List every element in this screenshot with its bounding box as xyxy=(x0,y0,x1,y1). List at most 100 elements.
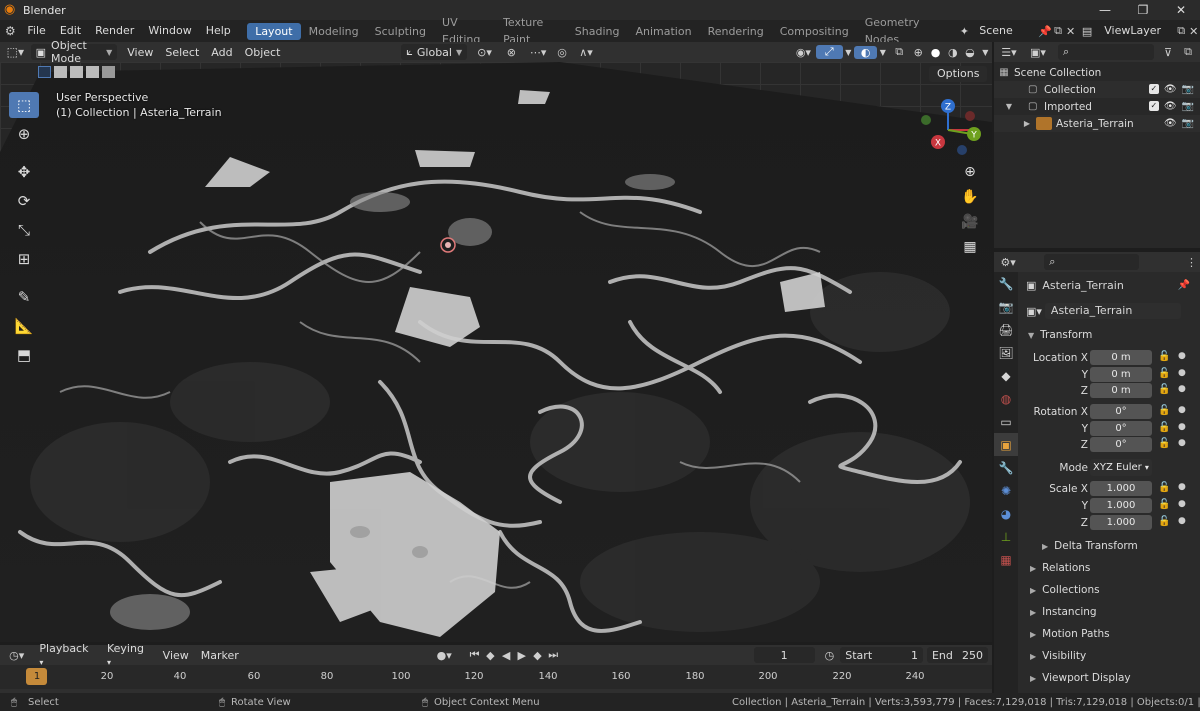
snap-icon[interactable]: ⊗ xyxy=(498,46,525,59)
tab-modeling[interactable]: Modeling xyxy=(301,23,367,40)
cursor-tool-icon[interactable]: ⊕ xyxy=(9,121,39,147)
scale-tool-icon[interactable]: ⤡ xyxy=(9,217,39,243)
world-tab-icon[interactable]: ◍ xyxy=(994,387,1018,410)
timeline-editor-icon[interactable]: ◷▾ xyxy=(0,649,33,662)
end-frame-field[interactable]: End 250 xyxy=(926,647,989,663)
menu-object[interactable]: Object xyxy=(239,46,287,59)
xray-icon[interactable]: ⧉ xyxy=(889,45,910,59)
physics-tab-icon[interactable]: ◕ xyxy=(994,502,1018,525)
editor-type-3d-icon[interactable]: ⬚▾ xyxy=(0,45,31,59)
outliner-row[interactable]: ▶ Asteria_Terrain 👁 📷 xyxy=(994,115,1200,132)
object-name-field[interactable]: Asteria_Terrain xyxy=(1044,303,1181,319)
eye-icon[interactable]: 👁 xyxy=(1164,118,1177,129)
shading-rendered-icon[interactable]: ◒ xyxy=(961,46,978,59)
menu-window[interactable]: Window xyxy=(141,20,198,42)
select-box-tool-icon[interactable]: ⬚ xyxy=(9,92,39,118)
move-tool-icon[interactable]: ✥ xyxy=(9,159,39,185)
lock-icon[interactable]: 🔓 xyxy=(1158,499,1170,510)
rotation-x-field[interactable]: 0° xyxy=(1090,404,1152,420)
scale-x-field[interactable]: 1.000 xyxy=(1090,481,1152,497)
delta-transform-panel[interactable]: ▶ Delta Transform xyxy=(1018,535,1200,557)
prev-keyframe-icon[interactable]: ◆ xyxy=(482,649,498,662)
menu-marker[interactable]: Marker xyxy=(195,649,245,662)
location-x-field[interactable]: 0 m xyxy=(1090,350,1152,365)
orientation-dropdown[interactable]: ⟀ Global ▼ xyxy=(401,44,468,60)
lock-icon[interactable]: 🔓 xyxy=(1158,384,1170,395)
proportional-edit-icon[interactable]: ◎ xyxy=(552,46,573,59)
perspective-grid-icon[interactable]: ▦ xyxy=(958,235,982,259)
editor-type-icon[interactable]: ⚙ xyxy=(0,24,20,38)
jump-start-icon[interactable]: ⏮ xyxy=(467,648,483,662)
object-data-icon[interactable]: ▣▾ xyxy=(1026,305,1042,318)
menu-select[interactable]: Select xyxy=(159,46,205,59)
keyframe-dot-icon[interactable]: ● xyxy=(1178,438,1186,448)
menu-help[interactable]: Help xyxy=(199,20,238,42)
exclude-checkbox[interactable]: ✓ xyxy=(1148,101,1159,111)
mode-dropdown[interactable]: ▣ Object Mode ▼ xyxy=(30,39,118,65)
object-tab-icon[interactable]: ▣ xyxy=(994,433,1018,456)
outliner-row[interactable]: ▼ ▢ Imported ✓ 👁 📷 xyxy=(994,98,1200,115)
shading-solid-icon[interactable]: ● xyxy=(927,46,944,59)
start-frame-field[interactable]: Start 1 xyxy=(840,647,923,663)
zoom-icon[interactable]: ⊕ xyxy=(958,160,982,184)
tab-rendering[interactable]: Rendering xyxy=(700,23,772,40)
3d-viewport[interactable]: User Perspective (1) Collection | Asteri… xyxy=(0,62,992,642)
transform-panel-header[interactable]: ▼ Transform xyxy=(1018,324,1200,346)
falloff-icon[interactable]: ∧▾ xyxy=(573,46,600,59)
menu-view[interactable]: View xyxy=(121,46,159,59)
rotation-z-field[interactable]: 0° xyxy=(1090,437,1152,453)
constraints-tab-icon[interactable]: ⊥ xyxy=(994,525,1018,548)
lock-icon[interactable]: 🔓 xyxy=(1158,516,1170,527)
scene-name[interactable]: Scene xyxy=(972,20,1038,42)
lock-icon[interactable]: 🔓 xyxy=(1158,368,1170,379)
timeline-ruler[interactable]: 1 20 40 60 80 100 120 140 160 180 200 22… xyxy=(0,665,992,689)
new-view-layer-icon[interactable]: ⧉ xyxy=(1175,24,1188,38)
exclude-checkbox[interactable]: ✓ xyxy=(1148,84,1159,94)
tab-compositing[interactable]: Compositing xyxy=(772,23,857,40)
keyframe-dot-icon[interactable]: ● xyxy=(1178,351,1186,361)
select-intersect-icon[interactable] xyxy=(102,66,115,78)
select-extend-icon[interactable] xyxy=(54,66,67,78)
pivot-icon[interactable]: ⊙▾ xyxy=(471,46,498,59)
select-invert-icon[interactable] xyxy=(86,66,99,78)
view-layer-name[interactable]: ViewLayer xyxy=(1097,20,1175,42)
chevron-down-icon[interactable]: ▼ xyxy=(979,48,992,57)
keyframe-dot-icon[interactable]: ● xyxy=(1178,405,1186,415)
tab-shading[interactable]: Shading xyxy=(567,23,628,40)
delete-view-layer-icon[interactable]: ✕ xyxy=(1187,25,1200,38)
record-icon[interactable]: ●▾ xyxy=(431,649,457,662)
measure-tool-icon[interactable]: 📐 xyxy=(9,313,39,339)
next-keyframe-icon[interactable]: ◆ xyxy=(530,649,546,662)
keyframe-dot-icon[interactable]: ● xyxy=(1178,499,1186,509)
view-layer-icon[interactable]: ▤ xyxy=(1077,25,1097,38)
tab-layout[interactable]: Layout xyxy=(247,22,301,40)
filter-icon[interactable]: ⊽ xyxy=(1158,46,1178,59)
output-tab-icon[interactable]: 🖨 xyxy=(994,318,1018,341)
lock-icon[interactable]: 🔓 xyxy=(1158,351,1170,362)
keyframe-dot-icon[interactable]: ● xyxy=(1178,482,1186,492)
menu-timeline-view[interactable]: View xyxy=(157,649,195,662)
motion-paths-panel[interactable]: ▶ Motion Paths xyxy=(1018,623,1200,645)
keyframe-dot-icon[interactable]: ● xyxy=(1178,368,1186,378)
jump-end-icon[interactable]: ⏭ xyxy=(545,648,561,662)
lock-icon[interactable]: 🔓 xyxy=(1158,482,1170,493)
shading-material-icon[interactable]: ◑ xyxy=(944,46,961,59)
collection-tab-icon[interactable]: ▭ xyxy=(994,410,1018,433)
rotate-tool-icon[interactable]: ⟳ xyxy=(9,188,39,214)
visibility-panel[interactable]: ▶ Visibility xyxy=(1018,645,1200,667)
pin-icon[interactable]: 📌 xyxy=(1178,280,1190,291)
menu-add[interactable]: Add xyxy=(205,46,238,59)
lock-icon[interactable]: 🔓 xyxy=(1158,422,1170,433)
eye-icon[interactable]: 👁 xyxy=(1164,84,1177,95)
scale-z-field[interactable]: 1.000 xyxy=(1090,514,1152,530)
properties-search-input[interactable]: ⌕ xyxy=(1044,254,1140,270)
gizmo-toggle-icon[interactable]: ⤢ xyxy=(815,45,843,59)
modifier-tab-icon[interactable]: 🔧 xyxy=(994,456,1018,479)
overlay-toggle-icon[interactable]: ◐ xyxy=(854,45,878,59)
handle-icon[interactable]: ⋮ xyxy=(1183,256,1200,269)
new-collection-icon[interactable]: ⧉ xyxy=(1178,45,1198,59)
tool-tab-icon[interactable]: 🔧 xyxy=(994,272,1018,295)
keyframe-dot-icon[interactable]: ● xyxy=(1178,516,1186,526)
keyframe-dot-icon[interactable]: ● xyxy=(1178,384,1186,394)
preview-range-icon[interactable]: ◷ xyxy=(819,649,841,662)
